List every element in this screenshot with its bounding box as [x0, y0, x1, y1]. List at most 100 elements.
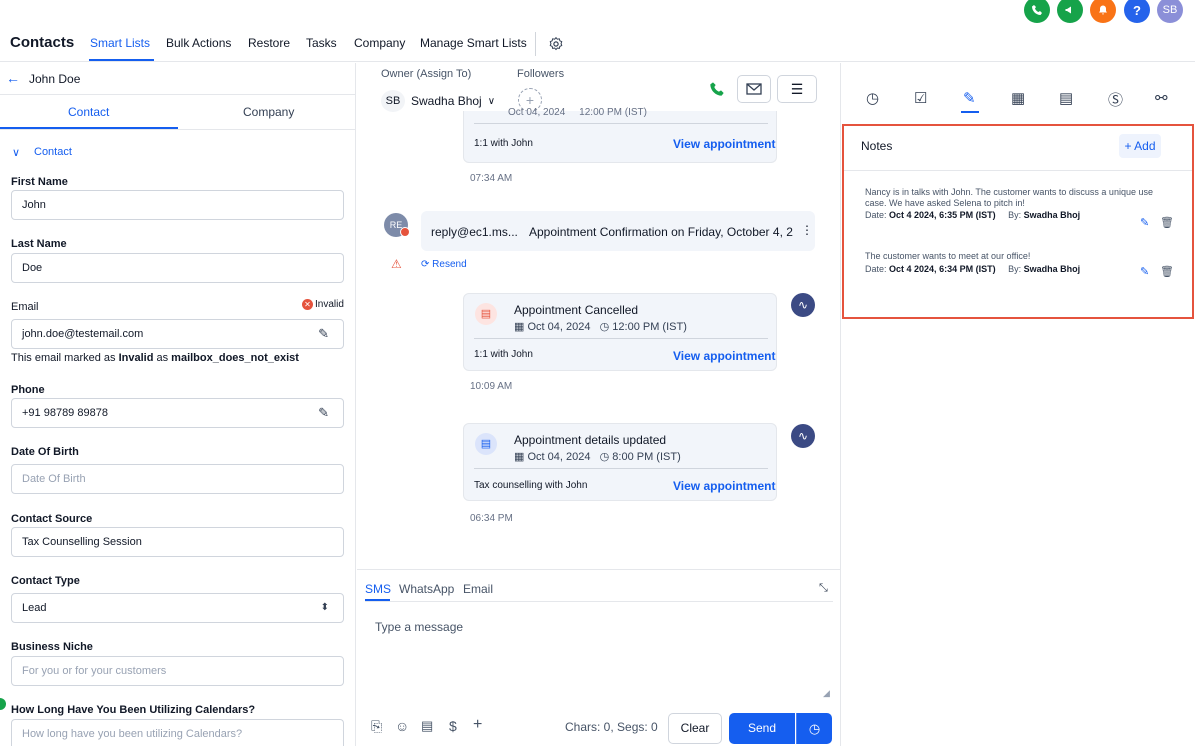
view-appointment-link[interactable]: View appointment	[673, 137, 775, 151]
add-icon[interactable]: +	[473, 716, 482, 734]
edit-email-icon[interactable]: ✎	[318, 320, 329, 348]
email-compose-button[interactable]	[737, 75, 771, 103]
bell-icon[interactable]	[1090, 0, 1116, 23]
tasks-icon[interactable]: ☑	[914, 89, 927, 107]
edit-note-icon[interactable]: ✎	[1140, 265, 1149, 278]
view-appointment-link[interactable]: View appointment	[673, 349, 775, 363]
appointment-updated-card: ▤ Appointment details updated ▦ Oct 04, …	[463, 423, 777, 501]
schedule-send-button[interactable]: ◷	[796, 713, 832, 744]
note-meta: Date: Oct 4 2024, 6:35 PM (IST) By: Swad…	[865, 210, 1081, 220]
card-divider	[474, 468, 768, 469]
clear-button[interactable]: Clear	[668, 713, 722, 744]
megaphone-icon[interactable]	[1057, 0, 1083, 23]
tab-company[interactable]: Company	[354, 36, 405, 50]
back-arrow-icon[interactable]: ←	[6, 70, 20, 86]
error-icon: ✕	[302, 299, 313, 310]
appointment-title: Appointment Cancelled	[514, 303, 639, 317]
contact-source-field[interactable]: Tax Counselling Session	[11, 527, 344, 557]
template-icon[interactable]: ▤	[421, 718, 433, 734]
avatar[interactable]: SB	[1157, 0, 1183, 23]
active-tab-indicator	[89, 59, 154, 61]
calendars-field[interactable]: How long have you been utilizing Calenda…	[11, 719, 344, 746]
tab-whatsapp[interactable]: WhatsApp	[399, 582, 454, 596]
tab-bulk-actions[interactable]: Bulk Actions	[166, 36, 231, 50]
tab-contact[interactable]: Contact	[68, 105, 109, 119]
filter-button[interactable]: ☰	[777, 75, 817, 103]
emoji-icon[interactable]: ☺	[395, 718, 409, 734]
payments-icon[interactable]: Ⓢ	[1108, 89, 1123, 110]
composer: SMS WhatsApp Email ⤡ Type a message ◢ ⎘ …	[357, 569, 841, 746]
workflow-icon[interactable]: ⚯	[1155, 89, 1168, 107]
history-icon[interactable]: ◷	[866, 89, 879, 107]
call-icon[interactable]	[709, 81, 725, 97]
appointment-datetime: ▦ Oct 04, 2024 ◷ 8:00 PM (IST)	[514, 451, 681, 463]
tab-manage-smart-lists[interactable]: Manage Smart Lists	[420, 36, 527, 50]
tab-email[interactable]: Email	[463, 582, 493, 596]
message-input[interactable]: Type a message	[365, 606, 833, 701]
tab-smart-lists[interactable]: Smart Lists	[90, 36, 150, 50]
chevron-down-icon[interactable]: ∨	[12, 146, 20, 159]
meeting-name: Tax counselling with John	[474, 480, 588, 491]
note-item: Nancy is in talks with John. The custome…	[865, 187, 1165, 221]
dob-field[interactable]: Date Of Birth	[11, 464, 344, 494]
collapse-icon[interactable]: ⤡	[819, 582, 828, 595]
contact-name: John Doe	[29, 72, 81, 86]
calendars-label: How Long Have You Been Utilizing Calenda…	[11, 704, 256, 716]
phone-field[interactable]: +91 98789 89878 ✎	[11, 398, 344, 428]
email-message[interactable]: reply@ec1.ms... Appointment Confirmation…	[421, 211, 815, 251]
calendar-icon: ▤	[475, 433, 497, 455]
tab-restore[interactable]: Restore	[248, 36, 290, 50]
timestamp: 07:34 AM	[470, 173, 513, 184]
select-arrows-icon: ⬍	[320, 602, 329, 613]
appointment-datetime: Oct 04, 2024 12:00 PM (IST)	[508, 107, 647, 118]
followers-label: Followers	[517, 68, 565, 80]
gear-icon[interactable]	[548, 36, 564, 52]
attachment-icon[interactable]: ⎘	[371, 718, 382, 735]
edit-note-icon[interactable]: ✎	[1140, 216, 1149, 229]
tab-company-detail[interactable]: Company	[243, 105, 294, 119]
tab-sms[interactable]: SMS	[365, 582, 391, 596]
first-name-field[interactable]: John	[11, 190, 344, 220]
timestamp: 10:09 AM	[470, 381, 513, 392]
business-niche-field[interactable]: For you or for your customers	[11, 656, 344, 686]
conversation-panel: Owner (Assign To) SB Swadha Bhoj ∨ Follo…	[357, 63, 841, 746]
delete-note-icon[interactable]: 🗑	[1160, 265, 1174, 278]
owner-select[interactable]: SB Swadha Bhoj ∨	[381, 90, 495, 112]
more-options-icon[interactable]: ⋮	[801, 223, 813, 237]
resize-handle-icon[interactable]: ◢	[823, 688, 830, 699]
payment-icon[interactable]: $	[449, 718, 457, 734]
notes-icon[interactable]: ✎	[963, 89, 976, 107]
contact-type-value: Lead	[22, 602, 47, 614]
meeting-name: 1:1 with John	[474, 138, 533, 149]
calendar-tab-icon[interactable]: ▦	[1011, 89, 1025, 107]
delete-note-icon[interactable]: 🗑	[1160, 216, 1174, 229]
view-appointment-link[interactable]: View appointment	[673, 479, 775, 493]
contact-panel: ← John Doe Contact Company ∨ Contact Fir…	[0, 63, 356, 746]
note-text: Nancy is in talks with John. The custome…	[865, 187, 1153, 208]
char-count: Chars: 0, Segs: 0	[565, 720, 658, 734]
documents-icon[interactable]: ▤	[1059, 89, 1073, 107]
email-badge-icon	[400, 227, 410, 237]
details-panel: ◷ ☑ ✎ ▦ ▤ Ⓢ ⚯ Notes + Add Nancy is in ta…	[842, 63, 1195, 746]
invalid-badge: ✕ Invalid	[302, 299, 344, 310]
tab-tasks[interactable]: Tasks	[306, 36, 337, 50]
first-name-label: First Name	[11, 176, 68, 188]
last-name-field[interactable]: Doe	[11, 253, 344, 283]
email-field[interactable]: john.doe@testemail.com ✎	[11, 319, 344, 349]
meeting-name: 1:1 with John	[474, 349, 533, 360]
notes-header-divider	[844, 170, 1192, 171]
contact-type-select[interactable]: Lead ⬍	[11, 593, 344, 623]
add-note-button[interactable]: + Add	[1119, 134, 1161, 158]
contact-source-label: Contact Source	[11, 513, 93, 525]
send-button[interactable]: Send	[729, 713, 795, 744]
resend-button[interactable]: ⟳ Resend	[421, 259, 467, 270]
edit-phone-icon[interactable]: ✎	[318, 399, 329, 427]
business-niche-label: Business Niche	[11, 641, 93, 653]
phone-icon[interactable]	[1024, 0, 1050, 23]
note-meta: Date: Oct 4 2024, 6:34 PM (IST) By: Swad…	[865, 264, 1081, 274]
email-invalid-note: This email marked as Invalid as mailbox_…	[11, 352, 299, 364]
section-contact[interactable]: Contact	[34, 146, 72, 158]
help-icon[interactable]: ?	[1124, 0, 1150, 23]
card-divider	[474, 338, 768, 339]
tabs-divider	[0, 129, 356, 130]
